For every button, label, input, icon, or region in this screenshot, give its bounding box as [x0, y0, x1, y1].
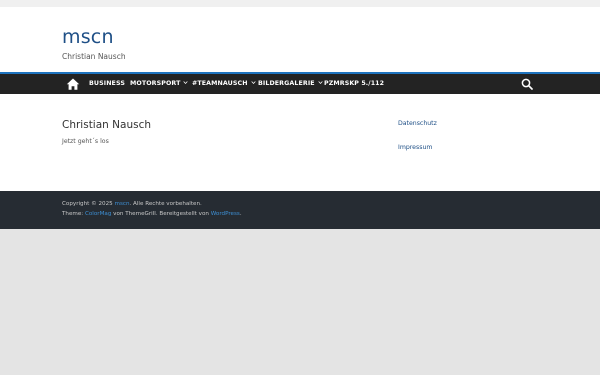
- theme-prefix: Theme:: [62, 211, 85, 217]
- site-tagline: Christian Nausch: [62, 52, 126, 61]
- nav-item-label: MOTORSPORT: [130, 80, 181, 87]
- chevron-down-icon: [250, 80, 256, 84]
- nav-item-business[interactable]: BUSINESS: [89, 74, 125, 94]
- nav-item-motorsport[interactable]: MOTORSPORT: [130, 74, 189, 94]
- nav-item-label: PZMRSKP 5./112: [324, 80, 385, 87]
- footer-wordpress-link[interactable]: WordPress: [211, 211, 240, 217]
- footer-theme-link[interactable]: ColorMag: [85, 211, 111, 217]
- site-title[interactable]: mscn: [62, 26, 114, 48]
- nav-item-label: BUSINESS: [89, 80, 125, 87]
- footer-copyright: Copyright © 2025 mscn. Alle Rechte vorbe…: [62, 201, 202, 207]
- main-content: Christian Nausch Jetzt geht´s los Datens…: [0, 94, 600, 191]
- site-header: mscn Christian Nausch: [0, 7, 600, 72]
- nav-item-teamnausch[interactable]: #TEAMNAUSCH: [192, 74, 256, 94]
- chevron-down-icon: [318, 80, 323, 84]
- post-excerpt: Jetzt geht´s los: [62, 138, 109, 145]
- search-icon[interactable]: [521, 78, 533, 90]
- site-footer: Copyright © 2025 mscn. Alle Rechte vorbe…: [0, 191, 600, 229]
- footer-site-link[interactable]: mscn: [115, 201, 130, 207]
- theme-suffix: .: [239, 211, 242, 217]
- sidebar-link-datenschutz[interactable]: Datenschutz: [398, 120, 437, 127]
- nav-item-label: #TEAMNAUSCH: [192, 80, 248, 87]
- sidebar-link-impressum[interactable]: Impressum: [398, 144, 432, 151]
- copyright-prefix: Copyright © 2025: [62, 201, 115, 207]
- chevron-down-icon: [183, 80, 189, 84]
- nav-item-label: BILDERGALERIE: [258, 80, 315, 87]
- home-icon[interactable]: [66, 77, 80, 91]
- nav-item-pzmrskp[interactable]: PZMRSKP 5./112: [324, 74, 384, 94]
- theme-middle: von ThemeGrill. Bereitgestellt von: [111, 211, 211, 217]
- footer-theme-credit: Theme: ColorMag von ThemeGrill. Bereitge…: [62, 211, 242, 217]
- nav-item-bildergalerie[interactable]: BILDERGALERIE: [258, 74, 323, 94]
- copyright-suffix: . Alle Rechte vorbehalten.: [129, 201, 202, 207]
- main-navigation: BUSINESS MOTORSPORT #TEAMNAUSCH BILDERGA…: [0, 74, 600, 94]
- top-strip: [0, 0, 600, 7]
- post-title[interactable]: Christian Nausch: [62, 119, 151, 131]
